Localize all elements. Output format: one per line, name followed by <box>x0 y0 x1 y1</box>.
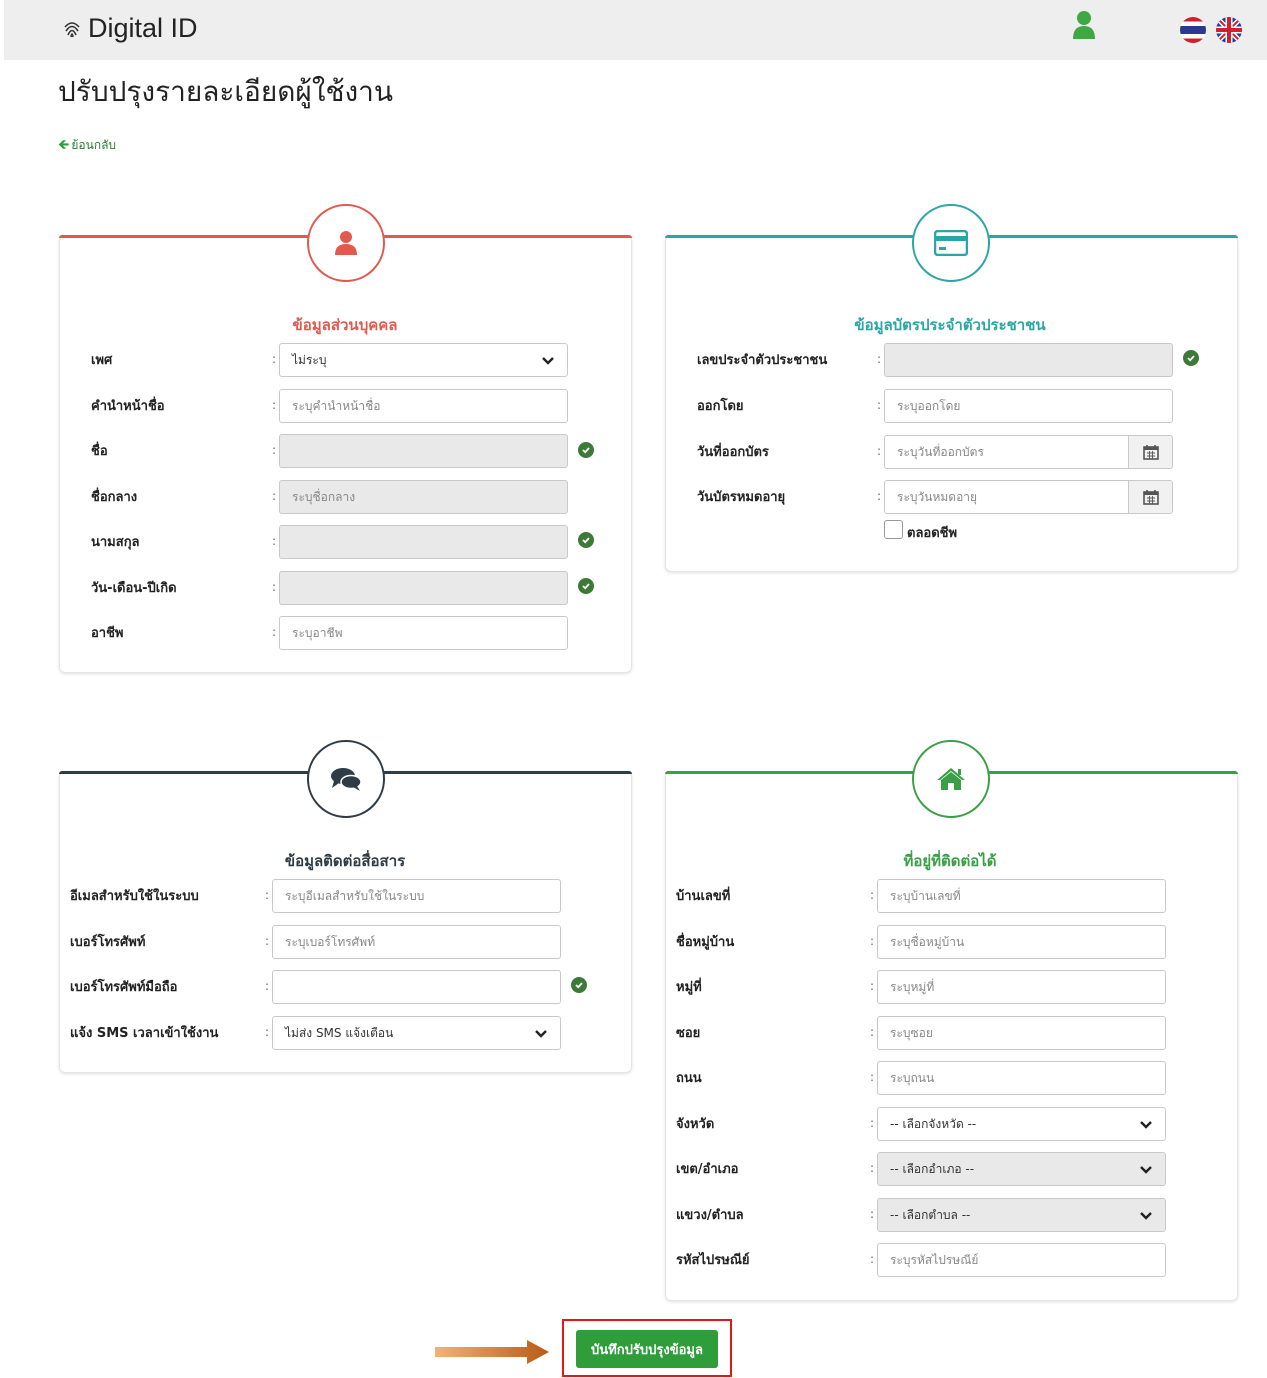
sms-label: แจ้ง SMS เวลาเข้าใช้งาน <box>70 1026 219 1041</box>
expiry-date-label: วันบัตรหมดอายุ <box>697 490 786 505</box>
brand[interactable]: Digital ID <box>62 13 198 44</box>
home-icon <box>937 768 965 790</box>
last-name-input[interactable] <box>279 525 568 559</box>
save-button[interactable]: บันทึกปรับปรุงข้อมูล <box>576 1330 718 1368</box>
sms-select[interactable]: ไม่ส่ง SMS แจ้งเตือน <box>272 1016 561 1050</box>
issued-by-input[interactable]: ระบุออกโดย <box>884 389 1173 423</box>
gender-select[interactable]: ไม่ระบุ <box>279 343 568 377</box>
village-input[interactable]: ระบุชื่อหมู่บ้าน <box>877 925 1166 959</box>
chevron-down-icon <box>542 357 554 365</box>
check-icon <box>1183 350 1199 366</box>
id-card-badge <box>912 204 990 282</box>
address-badge <box>912 740 990 818</box>
prefix-input[interactable]: ระบุคำนำหน้าชื่อ <box>279 389 568 423</box>
id-number-label: เลขประจำตัวประชาชน <box>697 353 828 368</box>
calendar-icon[interactable] <box>1128 436 1172 468</box>
check-icon <box>571 977 587 993</box>
chevron-down-icon <box>535 1030 547 1038</box>
chevron-down-icon <box>1140 1166 1152 1174</box>
house-no-label: บ้านเลขที่ <box>676 889 731 904</box>
birthdate-label: วัน-เดือน-ปีเกิด <box>91 581 177 596</box>
road-input[interactable]: ระบุถนน <box>877 1061 1166 1095</box>
arrow-right-icon <box>435 1340 549 1364</box>
birthdate-input[interactable] <box>279 571 568 605</box>
page-title: ปรับปรุงรายละเอียดผู้ใช้งาน <box>58 76 394 107</box>
personal-info-badge <box>307 204 385 282</box>
occupation-label: อาชีพ <box>91 626 124 641</box>
comments-icon <box>331 768 362 791</box>
province-label: จังหวัด <box>676 1117 715 1132</box>
check-icon <box>578 578 594 594</box>
check-icon <box>578 532 594 548</box>
first-name-label: ชื่อ <box>91 444 108 459</box>
phone-label: เบอร์โทรศัพท์ <box>70 935 146 950</box>
id-number-input[interactable] <box>884 343 1173 377</box>
subdistrict-label: แขวง/ตำบล <box>676 1208 744 1223</box>
id-card-title: ข้อมูลบัตรประจำตัวประชาชน <box>854 316 1046 334</box>
credit-card-icon <box>934 230 968 256</box>
moo-label: หมู่ที่ <box>676 980 702 995</box>
brand-name: Digital ID <box>88 13 198 43</box>
lifetime-checkbox[interactable] <box>884 520 903 539</box>
phone-input[interactable]: ระบุเบอร์โทรศัพท์ <box>272 925 561 959</box>
subdistrict-select[interactable]: -- เลือกตำบล -- <box>877 1198 1166 1232</box>
user-icon[interactable] <box>1072 10 1096 40</box>
mobile-input[interactable] <box>272 970 561 1004</box>
occupation-input[interactable]: ระบุอาชีพ <box>279 616 568 650</box>
middle-name-input[interactable]: ระบุชื่อกลาง <box>279 480 568 514</box>
province-select[interactable]: -- เลือกจังหวัด -- <box>877 1107 1166 1141</box>
chevron-down-icon <box>1140 1212 1152 1220</box>
mobile-label: เบอร์โทรศัพท์มือถือ <box>70 980 178 995</box>
soi-label: ซอย <box>676 1026 701 1041</box>
middle-name-label: ชื่อกลาง <box>91 490 138 505</box>
thai-flag-icon[interactable] <box>1180 17 1206 43</box>
arrow-left-icon: 🡸 <box>58 137 70 153</box>
expiry-date-input[interactable]: ระบุวันหมดอายุ <box>884 480 1173 514</box>
contact-badge <box>307 740 385 818</box>
postcode-label: รหัสไปรษณีย์ <box>676 1253 750 1268</box>
issue-date-input[interactable]: ระบุวันที่ออกบัตร <box>884 435 1173 469</box>
district-select[interactable]: -- เลือกอำเภอ -- <box>877 1152 1166 1186</box>
first-name-input[interactable] <box>279 434 568 468</box>
lifetime-label: ตลอดชีพ <box>907 526 958 541</box>
last-name-label: นามสกุล <box>91 535 140 550</box>
address-title: ที่อยู่ที่ติดต่อได้ <box>903 852 997 870</box>
prefix-label: คำนำหน้าชื่อ <box>91 399 165 414</box>
top-navbar: Digital ID <box>4 0 1267 60</box>
email-label: อีเมลสำหรับใช้ในระบบ <box>70 889 199 904</box>
gender-label: เพศ <box>91 353 113 368</box>
house-no-input[interactable]: ระบุบ้านเลขที่ <box>877 879 1166 913</box>
back-link[interactable]: 🡸 ย้อนกลับ <box>58 134 116 158</box>
moo-input[interactable]: ระบุหมู่ที่ <box>877 970 1166 1004</box>
back-label: ย้อนกลับ <box>71 138 117 152</box>
contact-title: ข้อมูลติดต่อสื่อสาร <box>284 852 406 870</box>
email-input[interactable]: ระบุอีเมลสำหรับใช้ในระบบ <box>272 879 561 913</box>
calendar-icon[interactable] <box>1128 481 1172 513</box>
uk-flag-icon[interactable] <box>1216 17 1242 43</box>
check-icon <box>578 442 594 458</box>
user-icon <box>335 231 357 255</box>
issued-by-label: ออกโดย <box>697 399 744 414</box>
village-label: ชื่อหมู่บ้าน <box>676 935 735 950</box>
postcode-input[interactable]: ระบุรหัสไปรษณีย์ <box>877 1243 1166 1277</box>
issue-date-label: วันที่ออกบัตร <box>697 445 769 460</box>
personal-info-title: ข้อมูลส่วนบุคคล <box>292 316 398 334</box>
district-label: เขต/อำเภอ <box>676 1162 739 1177</box>
fingerprint-icon <box>64 22 80 38</box>
soi-input[interactable]: ระบุซอย <box>877 1016 1166 1050</box>
road-label: ถนน <box>676 1071 702 1086</box>
chevron-down-icon <box>1140 1121 1152 1129</box>
